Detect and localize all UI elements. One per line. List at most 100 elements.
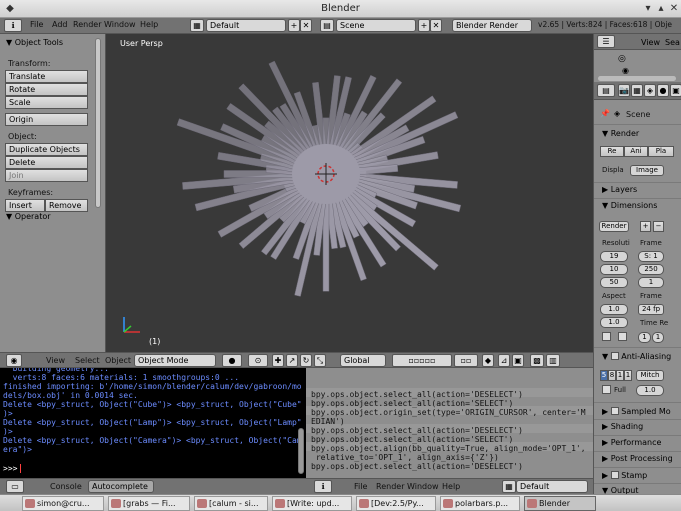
panel-operator[interactable]: ▼ Operator — [6, 212, 51, 221]
remove-scene-icon[interactable]: ✕ — [430, 19, 442, 32]
layers-tab-icon[interactable]: ▦ — [631, 84, 643, 97]
frame-step-field[interactable]: 1 — [638, 277, 664, 288]
render-layer-icon[interactable]: ◉ — [622, 66, 629, 75]
autocomplete-button[interactable]: Autocomplete — [88, 480, 154, 493]
panel-object-tools[interactable]: ▼ Object Tools — [6, 38, 63, 47]
panel-anti-aliasing[interactable]: ▼ Anti-Aliasing — [602, 351, 671, 361]
mode-select[interactable]: Object Mode — [134, 354, 216, 367]
play-animation-button[interactable]: Pla — [648, 146, 674, 157]
console-editor-icon[interactable]: ▭ — [6, 480, 24, 493]
panel-output[interactable]: ▼ Output — [602, 486, 639, 494]
translate-button[interactable]: Translate — [5, 70, 88, 83]
aa-samples-8[interactable]: 8 — [608, 370, 616, 381]
panel-layers[interactable]: ▶ Layers — [602, 185, 637, 194]
menu-help[interactable]: Help — [140, 20, 158, 29]
menu-window[interactable]: Window — [104, 20, 136, 29]
pin-icon[interactable]: 📌 — [600, 109, 610, 118]
minimize-icon[interactable]: ▾ — [642, 3, 654, 15]
render-preset-select[interactable]: Render — [599, 221, 629, 232]
render-tab-icon[interactable]: 📷 — [618, 84, 630, 97]
fps-select[interactable]: 24 fp — [638, 304, 664, 315]
add-scene-icon[interactable]: + — [418, 19, 430, 32]
outliner[interactable]: ☰ View Sea ◎ ◉ — [593, 34, 681, 82]
report-line[interactable]: bpy.ops.object.select_all(action='SELECT… — [311, 435, 513, 444]
rotate-manipulator-icon[interactable]: ↻ — [300, 354, 312, 367]
delete-button[interactable]: Delete — [5, 156, 88, 169]
menu-add[interactable]: Add — [52, 20, 68, 29]
world-tab-icon[interactable]: ● — [657, 84, 669, 97]
border-checkbox[interactable] — [602, 332, 611, 341]
taskbar-task[interactable]: [calum - si... — [194, 496, 268, 511]
panel-sampled-motion-blur[interactable]: ▶ Sampled Mo — [602, 406, 671, 416]
scale-manipulator-icon[interactable]: ⤡ — [314, 354, 326, 367]
aa-size-field[interactable]: 1.0 — [636, 385, 664, 396]
object-tab-icon[interactable]: ▣ — [670, 84, 681, 97]
world-icon[interactable]: ◎ — [618, 54, 626, 64]
full-sample-checkbox[interactable] — [602, 385, 611, 394]
report-line[interactable]: bpy.ops.object.select_all(action='DESELE… — [311, 390, 523, 399]
menu-select[interactable]: Select — [75, 356, 100, 365]
aa-filter-select[interactable]: Mitch — [636, 370, 664, 381]
render-engine-select[interactable]: Blender Render — [452, 19, 532, 32]
origin-button[interactable]: Origin — [5, 113, 88, 126]
frame-start-field[interactable]: S: 1 — [638, 251, 664, 262]
outliner-editor-icon[interactable]: ☰ — [597, 35, 615, 48]
report-line[interactable]: EDIAN') — [311, 417, 345, 426]
console-scrollbar[interactable] — [298, 428, 304, 474]
scene-tab-icon[interactable]: ◈ — [644, 84, 656, 97]
viewport-shading-icon[interactable]: ● — [222, 354, 242, 367]
report-line[interactable]: bpy.ops.object.select_all(action='SELECT… — [311, 399, 513, 408]
taskbar-task[interactable]: polarbars.p... — [440, 496, 520, 511]
taskbar-task[interactable]: [Write: upd... — [272, 496, 352, 511]
render-animation-button[interactable]: Ani — [624, 146, 648, 157]
scene-icon[interactable]: ▤ — [320, 19, 334, 32]
panel-dimensions[interactable]: ▼ Dimensions — [602, 201, 657, 210]
report-line[interactable]: bpy.ops.object.select_all(action='DESELE… — [311, 426, 523, 435]
remove-keyframe-button[interactable]: Remove — [45, 199, 88, 212]
join-button[interactable]: Join — [5, 169, 88, 182]
toolshelf-scrollbar[interactable] — [95, 38, 101, 208]
motion-blur-checkbox[interactable] — [610, 407, 619, 415]
aa-checkbox[interactable] — [610, 352, 619, 360]
report-line[interactable]: bpy.ops.object.align(bb_quality=True, al… — [311, 444, 586, 453]
outliner-menu-search[interactable]: Sea — [665, 38, 680, 47]
taskbar-task[interactable]: Blender — [524, 496, 596, 511]
resolution-y-field[interactable]: 10 — [600, 264, 628, 275]
menu-file[interactable]: File — [30, 20, 43, 29]
add-screen-icon[interactable]: + — [288, 19, 300, 32]
duplicate-objects-button[interactable]: Duplicate Objects — [5, 143, 88, 156]
panel-performance[interactable]: ▶ Performance — [602, 438, 661, 447]
frame-end-field[interactable]: 250 — [638, 264, 664, 275]
menu-window-2[interactable]: Window — [407, 482, 439, 491]
maximize-icon[interactable]: ▴ — [655, 3, 667, 15]
close-icon[interactable]: ✕ — [668, 3, 680, 15]
remove-preset-icon[interactable]: − — [653, 221, 664, 232]
console-menu[interactable]: Console — [50, 482, 82, 491]
resolution-x-field[interactable]: 19 — [600, 251, 628, 262]
scale-button[interactable]: Scale — [5, 96, 88, 109]
aspect-x-field[interactable]: 1.0 — [600, 304, 628, 315]
add-preset-icon[interactable]: + — [640, 221, 651, 232]
taskbar-task[interactable]: simon@cru... — [22, 496, 104, 511]
outliner-menu-view[interactable]: View — [641, 38, 660, 47]
properties-editor-icon[interactable]: ▤ — [597, 84, 615, 97]
manipulator-icon[interactable]: ✚ — [272, 354, 284, 367]
opengl-render-icon[interactable]: ▩ — [530, 354, 544, 367]
menu-render[interactable]: Render — [73, 20, 101, 29]
menu-file-2[interactable]: File — [354, 482, 367, 491]
3d-viewport[interactable]: User Persp (1) — [106, 34, 593, 352]
report-line[interactable]: bpy.ops.object.select_all(action='DESELE… — [311, 462, 523, 471]
render-still-button[interactable]: Re — [600, 146, 624, 157]
stamp-checkbox[interactable] — [610, 471, 619, 479]
taskbar-task[interactable]: [grabs — Fi... — [108, 496, 190, 511]
aa-samples-11[interactable]: 1 — [616, 370, 624, 381]
report-line[interactable]: relative_to='OPT_1', align_axis={'Z'}) — [311, 453, 499, 462]
info-editor-icon[interactable]: ℹ — [314, 480, 332, 493]
pivot-icon[interactable]: ⊙ — [248, 354, 268, 367]
remove-screen-icon[interactable]: ✕ — [300, 19, 312, 32]
screen-layout-icon-2[interactable]: ▦ — [502, 480, 516, 493]
editor-type-icon[interactable]: ℹ — [4, 19, 22, 32]
display-select[interactable]: Image — [630, 165, 664, 176]
translate-manipulator-icon[interactable]: ↗ — [286, 354, 298, 367]
scene-select[interactable]: Scene — [336, 19, 416, 32]
